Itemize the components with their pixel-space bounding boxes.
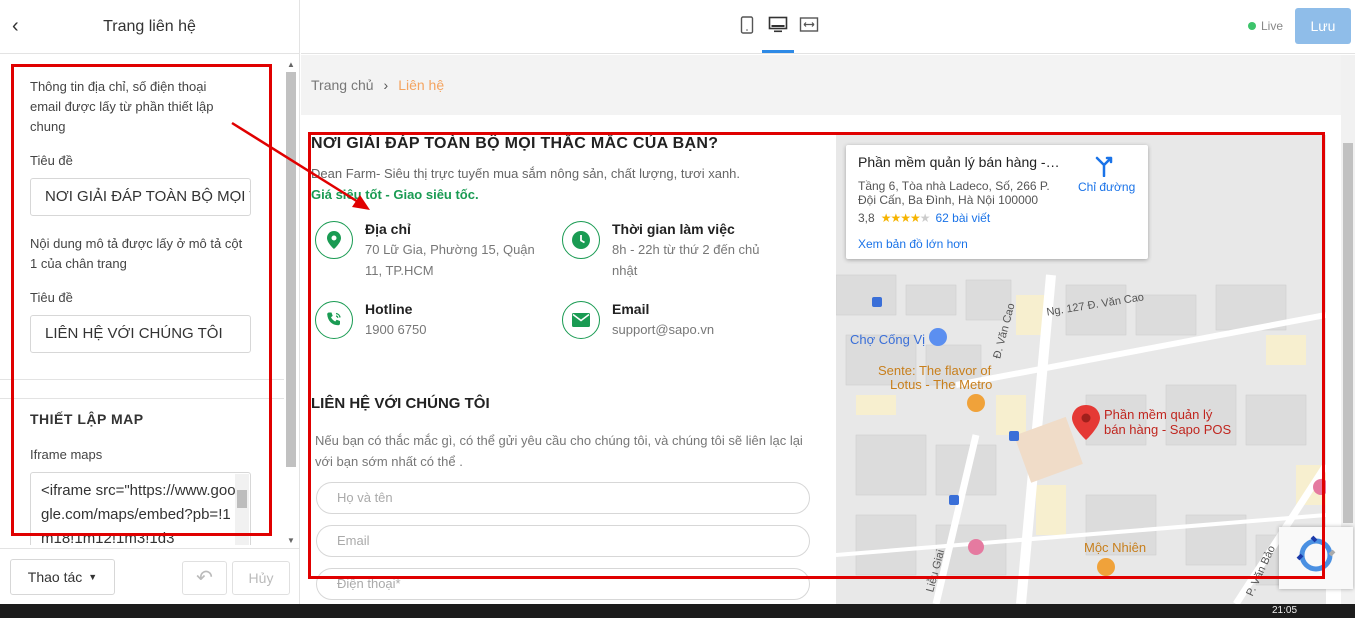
section-divider — [0, 379, 284, 399]
clock-icon — [562, 221, 600, 259]
hotline-title: Hotline — [365, 301, 413, 317]
live-status: Live — [1248, 19, 1283, 33]
map-settings-heading: THIẾT LẬP MAP — [30, 411, 144, 427]
caret-down-icon: ▼ — [88, 572, 98, 582]
larger-map-link[interactable]: Xem bản đồ lớn hơn — [858, 237, 968, 251]
map-place-address: Tầng 6, Tòa nhà Ladeco, Số, 266 P. Đội C… — [858, 179, 1050, 207]
map-rating: 3,8 ★★★★★ 62 bài viết — [858, 211, 990, 225]
directions-icon[interactable] — [1093, 155, 1117, 179]
fullwidth-view-icon[interactable] — [798, 16, 820, 38]
textarea-scrollbar[interactable] — [235, 474, 249, 545]
store-intro: Dean Farm- Siêu thị trực tuyến mua sắm n… — [311, 166, 741, 181]
email-value: support@sapo.vn — [612, 322, 715, 337]
google-map-embed[interactable]: Chợ Cống Vị Sente: The flavor of Lotus -… — [836, 135, 1326, 604]
hours-line-2: nhật — [612, 263, 638, 278]
contact-section: NƠI GIẢI ĐÁP TOÀN BỘ MỌI THẮC MẮC CỦA BẠ… — [301, 115, 1341, 604]
preview-topbar: Live Lưu — [301, 0, 1355, 54]
location-pin-icon — [315, 221, 353, 259]
address-title: Địa chỉ — [365, 221, 411, 237]
address-line-1: 70 Lữ Gia, Phường 15, Quận — [365, 242, 535, 257]
recaptcha-badge[interactable] — [1279, 527, 1353, 589]
desktop-view-icon[interactable] — [767, 16, 789, 38]
title-input-1[interactable]: NƠI GIẢI ĐÁP TOÀN BỘ MỌI THẮC MẮC CỦA BẠ… — [30, 178, 251, 216]
actions-dropdown-button[interactable]: Thao tác ▼ — [10, 559, 115, 595]
hours-line-1: 8h - 22h từ thứ 2 đến chủ — [612, 242, 760, 257]
iframe-maps-label: Iframe maps — [30, 447, 103, 462]
breadcrumb: Trang chủ › Liên hệ — [311, 77, 444, 93]
map-rating-value: 3,8 — [858, 211, 875, 225]
address-info-note: Thông tin địa chỉ, số điện thoại email đ… — [30, 79, 214, 134]
actions-label: Thao tác — [27, 569, 83, 585]
address-line-2: 11, TP.HCM — [365, 263, 434, 278]
map-reviews-link[interactable]: 62 bài viết — [935, 211, 990, 225]
store-slogan: Giá siêu tốt - Giao siêu tốc. — [311, 187, 479, 202]
address-info: Địa chỉ 70 Lữ Gia, Phường 15, Quận 11, T… — [315, 221, 535, 281]
sidebar-footer: Thao tác ▼ ↶ Hủy — [0, 548, 300, 604]
live-dot-icon — [1248, 22, 1256, 30]
description-info-note: Nội dung mô tả được lấy ở mô tả cột 1 củ… — [30, 236, 243, 271]
breadcrumb-chevron-icon: › — [383, 77, 389, 93]
taskbar-clock: 21:05 — [1272, 605, 1298, 616]
breadcrumb-home[interactable]: Trang chủ — [311, 77, 374, 93]
title-input-2[interactable]: LIÊN HỆ VỚI CHÚNG TÔI — [30, 315, 251, 353]
field-label-title-2: Tiêu đề — [30, 290, 73, 305]
phone-input[interactable]: Điện thoại* — [316, 568, 810, 600]
sidebar-title: Trang liên hệ — [103, 17, 196, 35]
live-label: Live — [1261, 19, 1284, 33]
sidebar-scrollbar[interactable]: ▲ ▼ — [285, 60, 297, 550]
star-rating-icon: ★★★★★ — [880, 211, 931, 225]
undo-icon: ↶ — [196, 567, 213, 589]
undo-button[interactable]: ↶ — [182, 561, 227, 595]
email-input[interactable]: Email — [316, 525, 810, 557]
email-title: Email — [612, 301, 650, 317]
directions-link[interactable]: Chỉ đường — [1078, 180, 1135, 194]
map-place-title[interactable]: Phần mềm quản lý bán hàng - Sapo POS — [858, 154, 1063, 170]
map-label-moc-nhien: Mộc Nhiên — [1084, 540, 1147, 555]
iframe-maps-value: <iframe src="https://www.google.com/maps… — [41, 482, 236, 545]
preview-scrollbar[interactable] — [1341, 55, 1355, 604]
page-preview: Trang chủ › Liên hệ NƠI GIẢI ĐÁP TOÀN BỘ… — [301, 55, 1355, 604]
map-label-cho-cong-vi: Chợ Cống Vị — [850, 332, 926, 347]
field-label-title-1: Tiêu đề — [30, 153, 73, 168]
envelope-icon — [562, 301, 600, 339]
map-label-pin-1: Phần mềm quản lý — [1104, 407, 1213, 422]
hours-info: Thời gian làm việc 8h - 22h từ thứ 2 đến… — [562, 221, 760, 281]
back-arrow-icon[interactable]: ‹ — [12, 16, 32, 36]
contact-form-heading: LIÊN HỆ VỚI CHÚNG TÔI — [311, 395, 490, 412]
active-view-indicator — [762, 50, 794, 53]
hotline-value: 1900 6750 — [365, 322, 427, 337]
mobile-view-icon[interactable] — [736, 16, 758, 38]
phone-icon — [315, 301, 353, 339]
iframe-maps-textarea[interactable]: <iframe src="https://www.google.com/maps… — [30, 472, 251, 545]
hours-title: Thời gian làm việc — [612, 221, 735, 237]
map-label-pin-2: bán hàng - Sapo POS — [1104, 422, 1232, 437]
email-info: Email support@sapo.vn — [562, 301, 714, 340]
editor-app: ‹ Trang liên hệ Thông tin địa chỉ, số đi… — [0, 0, 1355, 618]
contact-heading: NƠI GIẢI ĐÁP TOÀN BỘ MỌI THẮC MẮC CỦA BẠ… — [311, 135, 719, 152]
name-input[interactable]: Họ và tên — [316, 482, 810, 514]
map-label-sente-1: Sente: The flavor of — [878, 363, 992, 378]
sidebar-header: ‹ Trang liên hệ — [0, 0, 299, 54]
sidebar-scroll-area: Thông tin địa chỉ, số điện thoại email đ… — [0, 55, 284, 545]
cancel-button[interactable]: Hủy — [232, 561, 290, 595]
hotline-info: Hotline 1900 6750 — [315, 301, 426, 340]
map-label-sente-2: Lotus - The Metro — [890, 377, 993, 392]
os-taskbar: 21:05 — [0, 604, 1355, 618]
settings-sidebar: ‹ Trang liên hệ Thông tin địa chỉ, số đi… — [0, 0, 300, 604]
save-button[interactable]: Lưu — [1295, 8, 1351, 44]
map-place-card: Phần mềm quản lý bán hàng - Sapo POS Tần… — [846, 145, 1148, 259]
contact-form-description: Nếu bạn có thắc mắc gì, có thể gửi yêu c… — [315, 433, 803, 469]
breadcrumb-current: Liên hệ — [398, 77, 445, 93]
